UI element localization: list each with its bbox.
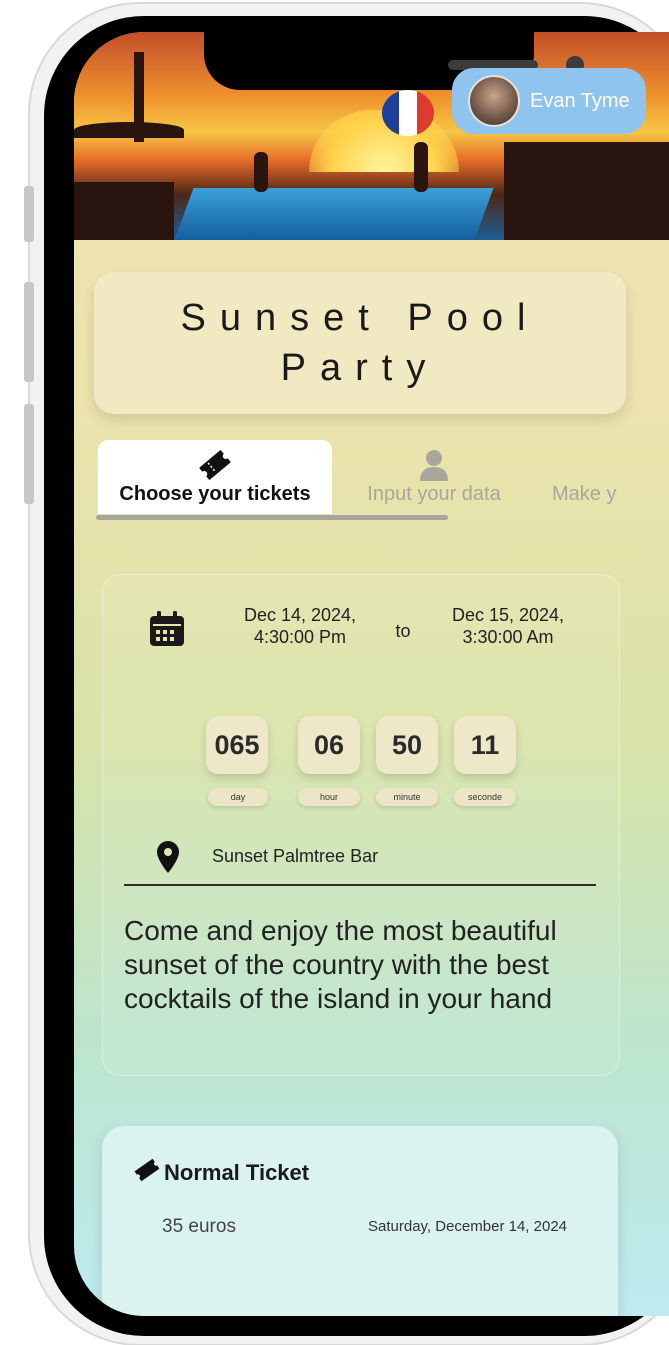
countdown-hours-label: hour: [298, 788, 360, 806]
start-datetime: Dec 14, 2024, 4:30:00 Pm: [220, 604, 380, 648]
end-datetime: Dec 15, 2024, 3:30:00 Am: [428, 604, 588, 648]
tab-make-payment[interactable]: Make y: [552, 440, 669, 514]
user-profile-button[interactable]: Evan Tyme: [452, 68, 646, 134]
countdown-days: 065: [206, 716, 268, 774]
app-screen: Evan Tyme Sunset Pool Party Choose your …: [74, 32, 669, 1316]
lounge-silhouette: [74, 182, 174, 240]
tab-label: Choose your tickets: [119, 483, 311, 505]
person-silhouette: [254, 152, 268, 192]
end-date: Dec 15, 2024,: [451, 605, 565, 625]
event-description: Come and enjoy the most beautiful sunset…: [124, 915, 557, 1014]
calendar-icon: [150, 611, 184, 646]
tab-choose-tickets[interactable]: Choose your tickets: [98, 440, 332, 514]
end-time: 3:30:00 Am: [462, 627, 554, 647]
countdown-seconds-label: seconde: [454, 788, 516, 806]
countdown-days-label: day: [208, 788, 268, 806]
language-flag-button[interactable]: [382, 90, 434, 136]
flag-stripe-white: [399, 90, 417, 136]
ticket-name: Normal Ticket: [164, 1160, 310, 1185]
tab-label: Make y: [552, 483, 617, 505]
tab-active-indicator: [96, 515, 448, 520]
ticket-date: Saturday, December 14, 2024: [368, 1218, 568, 1235]
ticket-icon: [134, 1158, 160, 1182]
palm-tree-silhouette: [134, 52, 144, 142]
phone-side-button: [24, 404, 34, 504]
user-name: Evan Tyme: [530, 89, 630, 112]
date-separator: to: [395, 621, 411, 641]
avatar: [468, 75, 520, 127]
pool-water: [174, 188, 494, 240]
crowd-silhouette: [504, 142, 669, 240]
countdown-minutes-label: minute: [376, 788, 438, 806]
event-location: Sunset Palmtree Bar: [212, 846, 379, 866]
event-title-card: Sunset Pool Party: [94, 272, 626, 414]
ticket-price: 35 euros: [162, 1216, 236, 1237]
umbrella-silhouette: [74, 122, 184, 138]
page-title: Sunset Pool Party: [180, 297, 540, 389]
person-icon: [420, 450, 448, 481]
phone-side-button: [24, 186, 34, 242]
divider: [98, 542, 626, 543]
person-silhouette: [414, 142, 428, 192]
countdown-seconds: 11: [454, 716, 516, 774]
location-underline: [124, 884, 596, 886]
phone-side-button: [24, 282, 34, 382]
start-date: Dec 14, 2024,: [243, 605, 357, 625]
tab-input-data[interactable]: Input your data: [354, 440, 514, 514]
countdown-hours: 06: [298, 716, 360, 774]
start-time: 4:30:00 Pm: [253, 627, 347, 647]
location-pin-icon: [157, 841, 179, 873]
countdown-minutes: 50: [376, 716, 438, 774]
tab-label: Input your data: [367, 483, 501, 505]
ticket-icon: [199, 449, 231, 481]
